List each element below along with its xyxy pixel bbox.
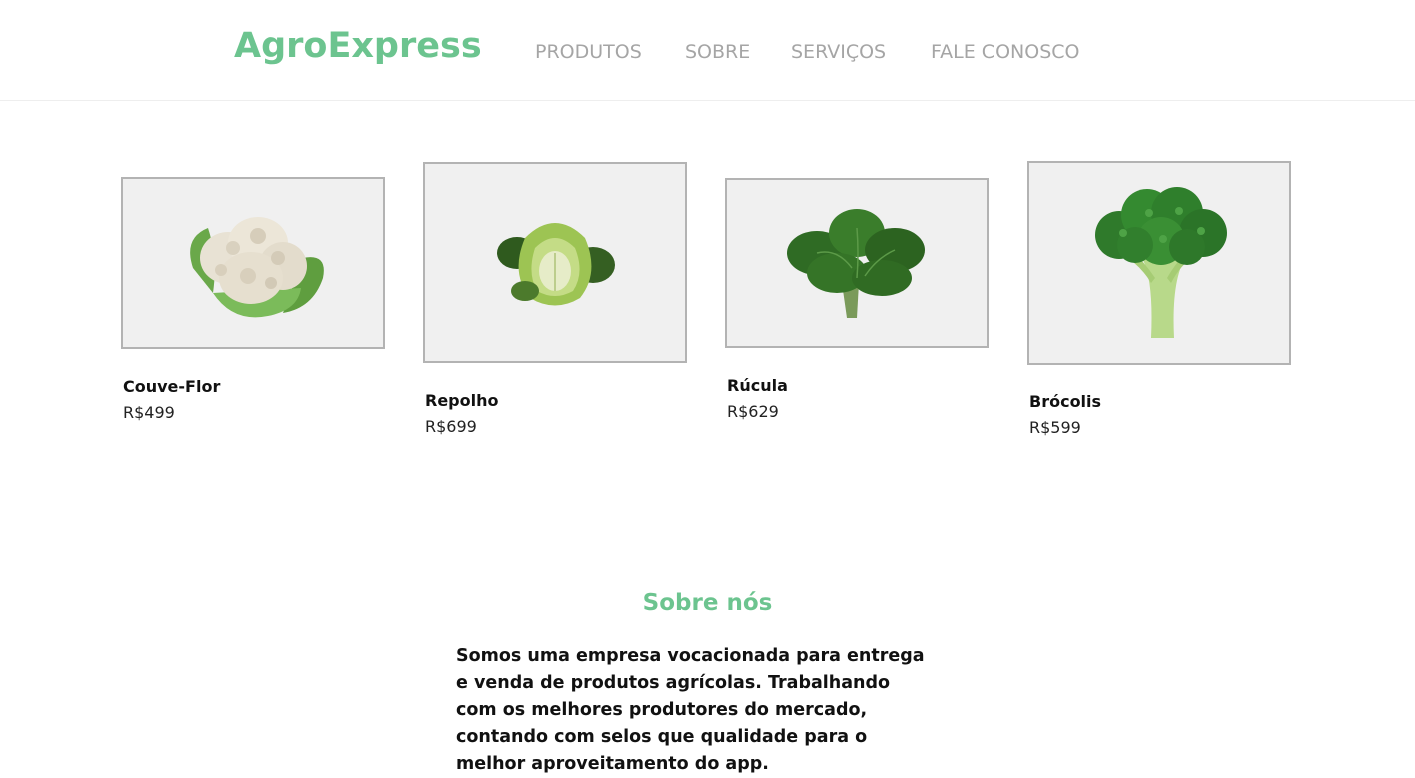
- about-text: Somos uma empresa vocacionada para entre…: [456, 646, 925, 774]
- logo[interactable]: AgroExpress: [234, 26, 482, 66]
- product-name[interactable]: Repolho: [425, 391, 498, 410]
- nav-servicos[interactable]: SERVIÇOS: [791, 41, 886, 63]
- broccoli-image: [1095, 187, 1227, 338]
- cabbage-image: [497, 222, 615, 305]
- product-name[interactable]: Couve-Flor: [123, 377, 220, 396]
- nav-produtos[interactable]: PRODUTOS: [535, 41, 642, 63]
- product-name[interactable]: Brócolis: [1029, 392, 1101, 411]
- product-image-frame[interactable]: [725, 178, 989, 348]
- nav-fale-conosco[interactable]: FALE CONOSCO: [931, 41, 1079, 63]
- product-image-frame[interactable]: [121, 177, 385, 349]
- product-price: R$699: [425, 417, 477, 436]
- product-name[interactable]: Rúcula: [727, 376, 788, 395]
- cauliflower-image: [190, 217, 324, 318]
- nav-sobre[interactable]: SOBRE: [685, 41, 750, 63]
- product-price: R$499: [123, 403, 175, 422]
- site-header: AgroExpress PRODUTOS SOBRE SERVIÇOS FALE…: [0, 0, 1415, 101]
- about-title: Sobre nós: [642, 590, 773, 616]
- product-image-frame[interactable]: [423, 162, 687, 363]
- arugula-image: [787, 209, 925, 318]
- product-image-frame[interactable]: [1027, 161, 1291, 365]
- product-price: R$629: [727, 402, 779, 421]
- product-price: R$599: [1029, 418, 1081, 437]
